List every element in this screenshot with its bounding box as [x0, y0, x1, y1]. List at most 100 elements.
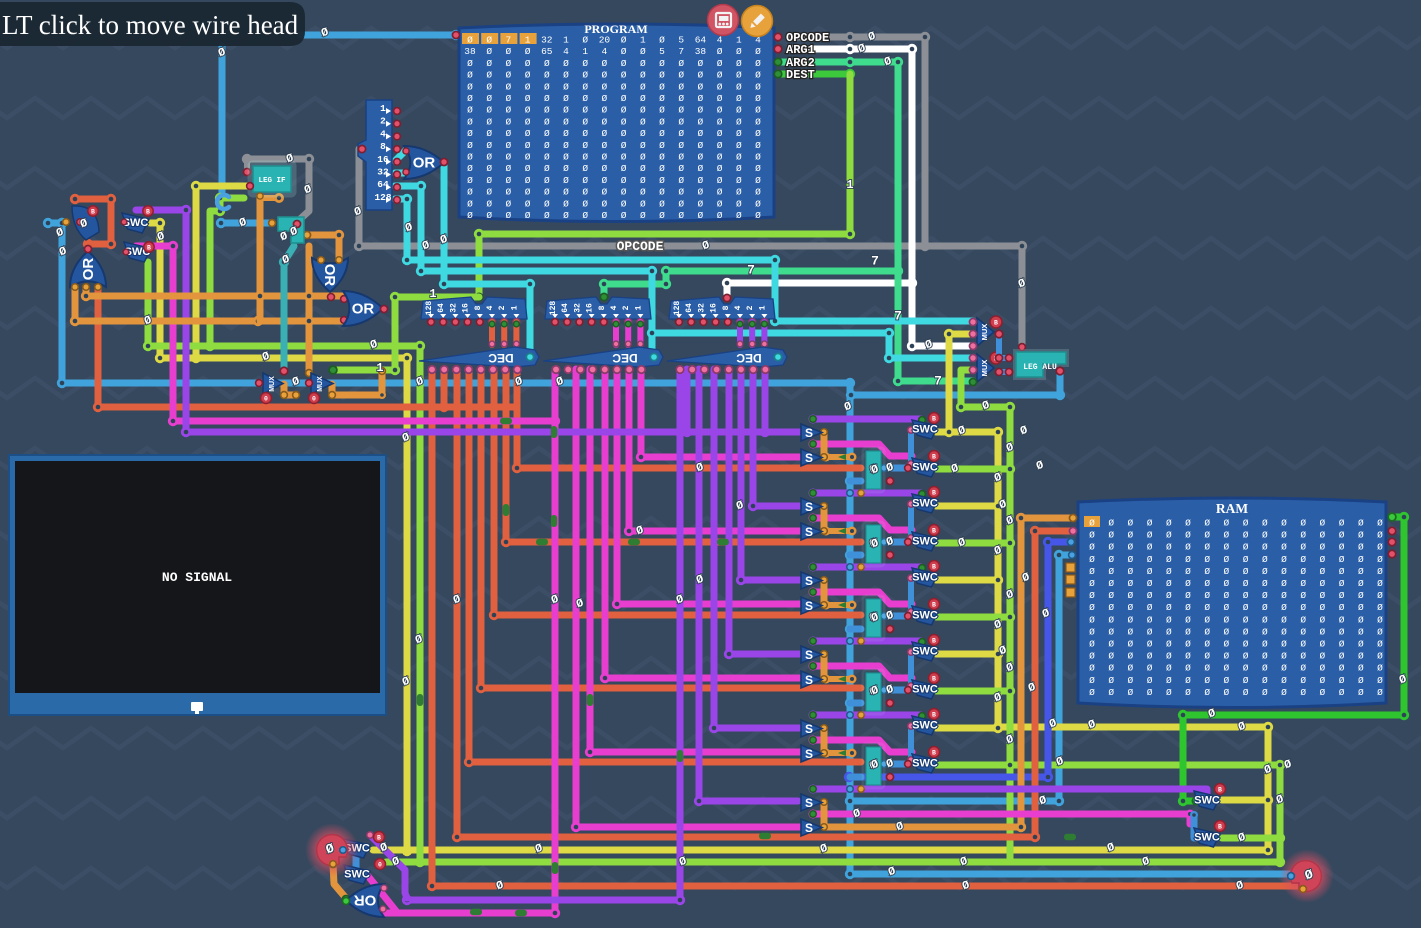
svg-text:S: S — [805, 673, 813, 687]
svg-text:Ø: Ø — [755, 116, 761, 127]
svg-text:4: 4 — [380, 128, 386, 139]
svg-text:Ø: Ø — [1358, 626, 1364, 637]
svg-text:Ø: Ø — [544, 116, 550, 127]
svg-text:Ø: Ø — [1128, 675, 1134, 686]
svg-text:Ø: Ø — [698, 140, 704, 151]
svg-text:Ø: Ø — [602, 140, 608, 151]
svg-text:MUX: MUX — [269, 376, 276, 392]
svg-text:Ø: Ø — [755, 140, 761, 151]
svg-text:Ø: Ø — [1300, 675, 1306, 686]
svg-text:Ø: Ø — [467, 152, 473, 163]
svg-text:Ø: Ø — [1339, 530, 1345, 541]
svg-text:Ø: Ø — [602, 163, 608, 174]
svg-text:Ø: Ø — [1089, 602, 1095, 613]
svg-text:Ø: Ø — [1281, 651, 1287, 662]
svg-text:Ø: Ø — [640, 210, 646, 221]
svg-text:Ø: Ø — [755, 70, 761, 81]
svg-text:Ø: Ø — [506, 46, 512, 57]
svg-text:Ø: Ø — [1108, 626, 1114, 637]
svg-text:Ø: Ø — [1089, 530, 1095, 541]
svg-text:Ø: Ø — [506, 128, 512, 139]
svg-text:Ø: Ø — [486, 210, 492, 221]
svg-text:Ø: Ø — [1262, 542, 1268, 553]
svg-text:Ø: Ø — [544, 93, 550, 104]
svg-text:Ø: Ø — [640, 70, 646, 81]
svg-text:Ø: Ø — [640, 93, 646, 104]
svg-text:Ø: Ø — [659, 128, 665, 139]
svg-text:Ø: Ø — [582, 187, 588, 198]
svg-text:Ø: Ø — [1339, 626, 1345, 637]
svg-text:7: 7 — [678, 46, 684, 57]
svg-text:Ø: Ø — [582, 163, 588, 174]
svg-text:Ø: Ø — [486, 35, 492, 46]
svg-text:Ø: Ø — [506, 175, 512, 186]
svg-text:128: 128 — [425, 301, 434, 316]
svg-text:Ø: Ø — [1185, 566, 1191, 577]
svg-text:Ø: Ø — [1262, 651, 1268, 662]
svg-text:S: S — [805, 599, 813, 613]
svg-text:Ø: Ø — [1108, 675, 1114, 686]
svg-text:Ø: Ø — [525, 152, 531, 163]
svg-text:Ø: Ø — [1281, 663, 1287, 674]
svg-text:Ø: Ø — [525, 187, 531, 198]
svg-text:128: 128 — [374, 192, 391, 203]
svg-text:Ø: Ø — [1358, 590, 1364, 601]
svg-text:128: 128 — [549, 301, 558, 316]
svg-text:Ø: Ø — [659, 70, 665, 81]
svg-text:Ø: Ø — [602, 93, 608, 104]
svg-text:SWC: SWC — [912, 424, 938, 436]
svg-text:Ø: Ø — [640, 140, 646, 151]
svg-text:Ø: Ø — [621, 58, 627, 69]
svg-text:Ø: Ø — [1224, 566, 1230, 577]
svg-text:Ø: Ø — [640, 128, 646, 139]
svg-text:32: 32 — [541, 35, 553, 46]
svg-text:Ø: Ø — [698, 187, 704, 198]
svg-text:Ø: Ø — [678, 81, 684, 92]
svg-text:Ø: Ø — [1243, 614, 1249, 625]
svg-text:Ø: Ø — [1300, 614, 1306, 625]
svg-text:Ø: Ø — [1243, 675, 1249, 686]
svg-text:Ø: Ø — [678, 140, 684, 151]
svg-text:ARG1: ARG1 — [786, 43, 815, 57]
svg-text:Ø: Ø — [467, 163, 473, 174]
svg-text:Ø: Ø — [582, 175, 588, 186]
svg-text:B: B — [932, 601, 936, 608]
svg-text:Ø: Ø — [1358, 530, 1364, 541]
svg-text:64: 64 — [437, 303, 446, 313]
svg-text:Ø: Ø — [736, 46, 742, 57]
svg-text:Ø: Ø — [1089, 566, 1095, 577]
svg-text:Ø: Ø — [1281, 554, 1287, 565]
svg-text:Ø: Ø — [563, 163, 569, 174]
svg-text:Ø: Ø — [659, 105, 665, 116]
svg-text:0: 0 — [264, 395, 268, 402]
svg-text:128: 128 — [673, 301, 682, 316]
svg-text:Ø: Ø — [678, 128, 684, 139]
svg-text:Ø: Ø — [486, 46, 492, 57]
svg-text:Ø: Ø — [755, 81, 761, 92]
svg-text:1: 1 — [640, 35, 646, 46]
svg-text:Ø: Ø — [582, 140, 588, 151]
svg-text:Ø: Ø — [659, 93, 665, 104]
svg-text:OPCODE: OPCODE — [617, 239, 664, 254]
svg-text:Ø: Ø — [1166, 530, 1172, 541]
svg-text:Ø: Ø — [1185, 663, 1191, 674]
svg-text:Ø: Ø — [544, 187, 550, 198]
svg-text:Ø: Ø — [1300, 687, 1306, 698]
svg-text:Ø: Ø — [1377, 651, 1383, 662]
svg-text:Ø: Ø — [621, 116, 627, 127]
svg-text:Ø: Ø — [621, 70, 627, 81]
svg-text:B: B — [932, 563, 936, 570]
svg-text:Ø: Ø — [1224, 614, 1230, 625]
svg-text:Ø: Ø — [1243, 542, 1249, 553]
svg-text:Ø: Ø — [1204, 578, 1210, 589]
svg-text:Ø: Ø — [698, 116, 704, 127]
svg-text:Ø: Ø — [678, 210, 684, 221]
svg-text:Ø: Ø — [659, 58, 665, 69]
svg-text:Ø: Ø — [1224, 687, 1230, 698]
svg-text:Ø: Ø — [1204, 651, 1210, 662]
svg-text:Ø: Ø — [621, 128, 627, 139]
svg-text:Ø: Ø — [1320, 614, 1326, 625]
svg-text:Ø: Ø — [1320, 675, 1326, 686]
svg-text:Ø: Ø — [1166, 675, 1172, 686]
svg-text:Ø: Ø — [1377, 578, 1383, 589]
